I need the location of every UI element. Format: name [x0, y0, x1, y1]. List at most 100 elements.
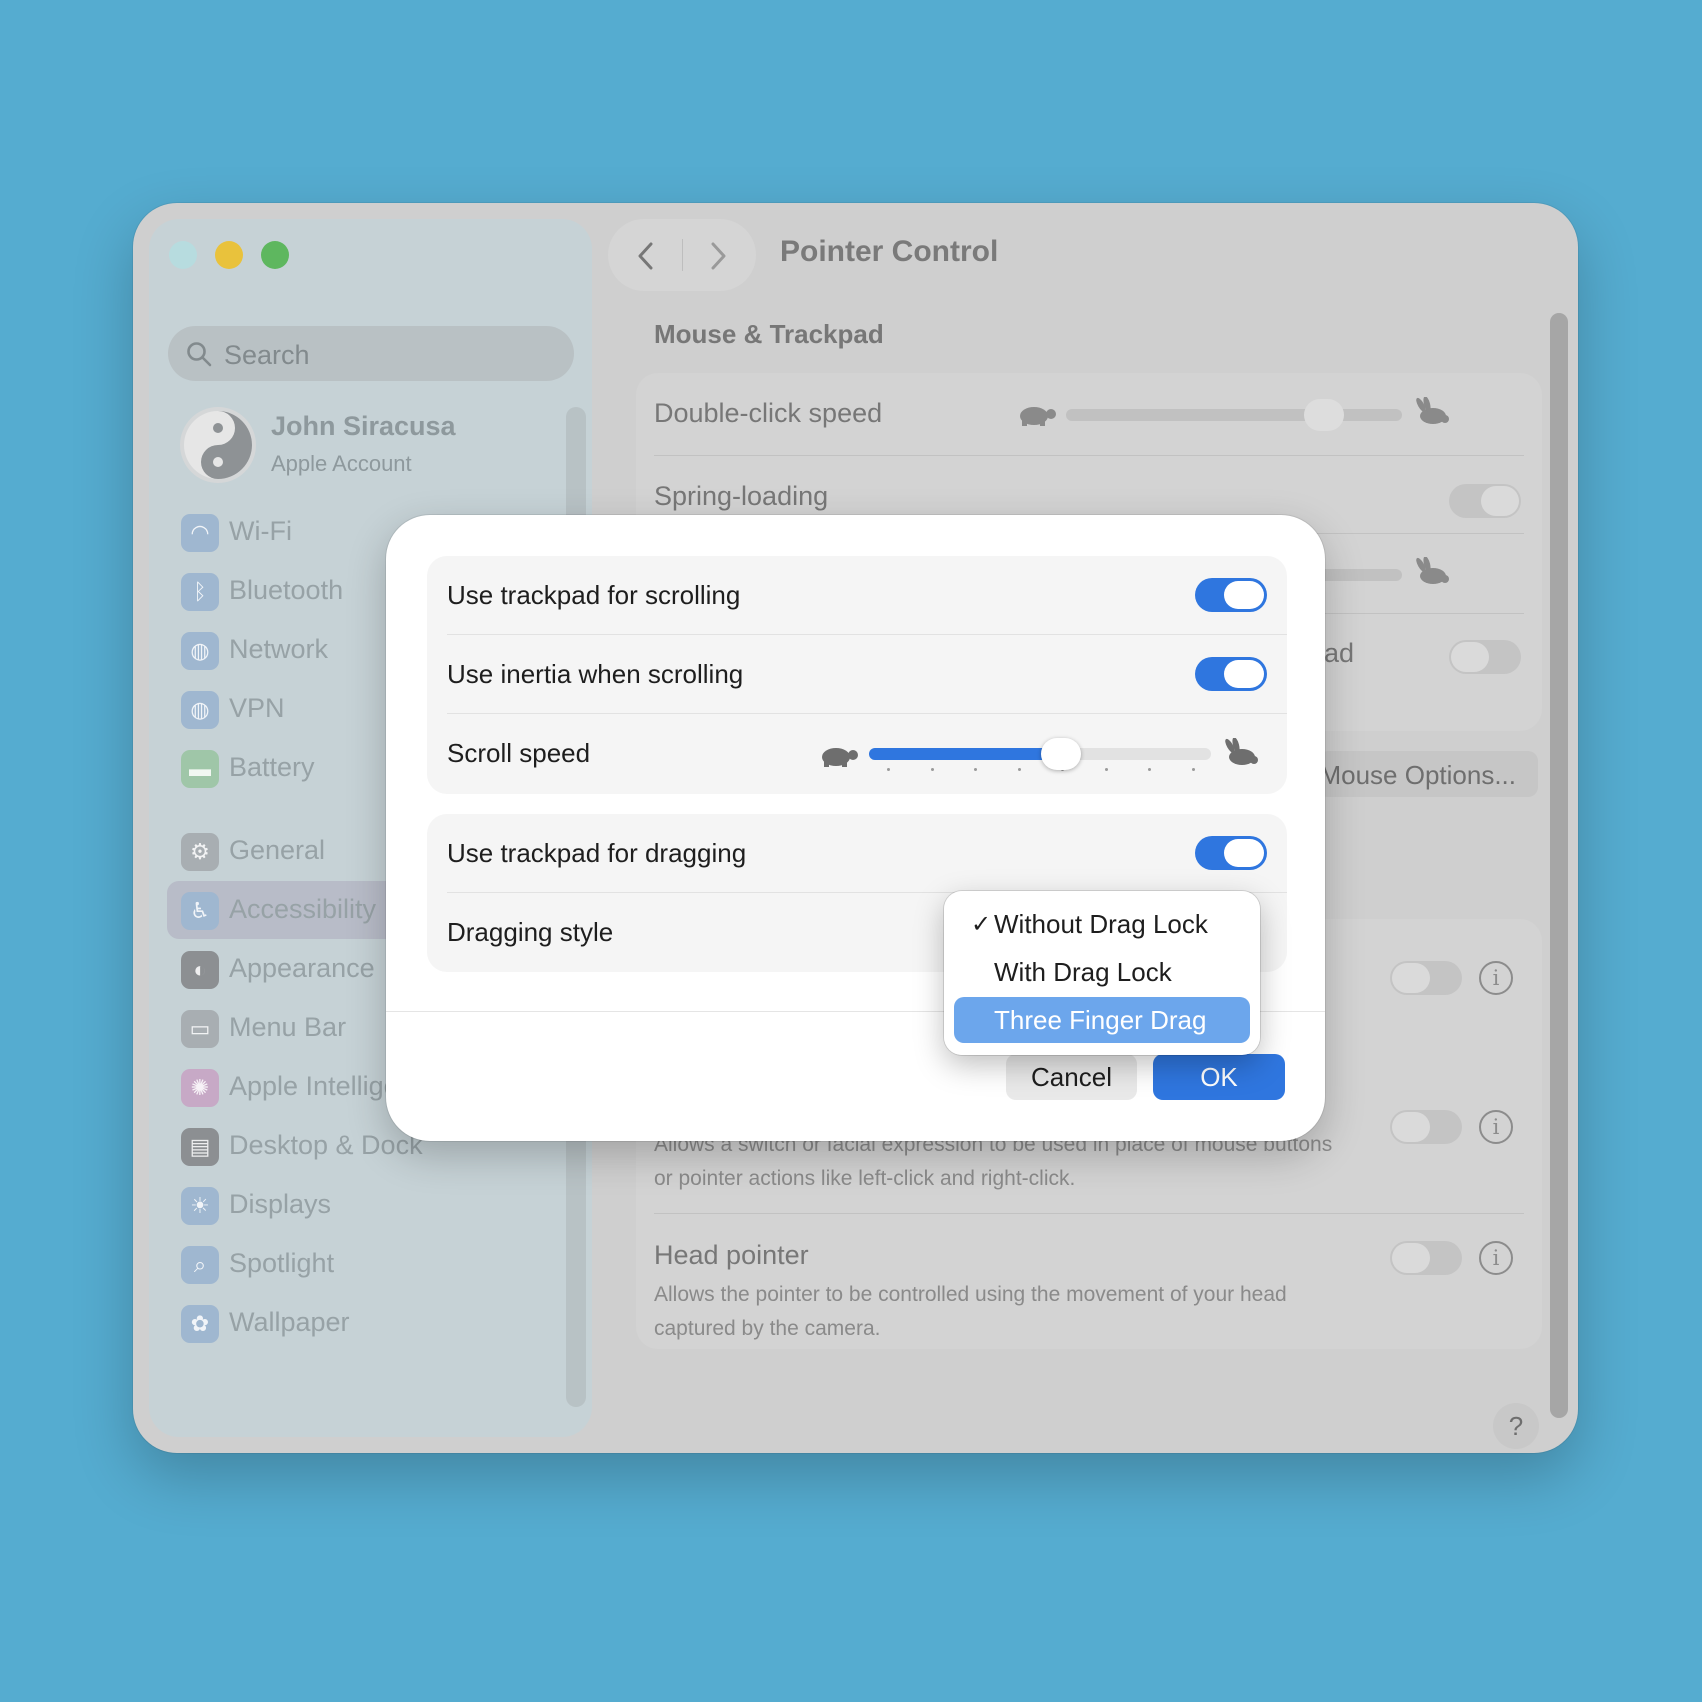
slider-tick	[887, 768, 890, 771]
alternate-pointer-toggle[interactable]	[1390, 1110, 1462, 1144]
double-click-speed-track[interactable]	[1066, 409, 1402, 421]
rabbit-icon	[1225, 738, 1258, 765]
cancel-button[interactable]: Cancel	[1006, 1054, 1137, 1100]
globe-icon: ◍	[181, 632, 219, 670]
spring-loading-toggle[interactable]	[1449, 484, 1521, 518]
nav-divider	[682, 239, 683, 271]
sidebar-item-label: Wallpaper	[229, 1307, 350, 1337]
menu-item-three-finger-drag[interactable]: Three Finger Drag	[954, 997, 1250, 1043]
turtle-icon	[1020, 407, 1056, 426]
siri-icon: ✺	[181, 1069, 219, 1107]
partial-row-toggle[interactable]	[1449, 640, 1521, 674]
sidebar-item-label: Accessibility	[229, 894, 377, 924]
account-name[interactable]: John Siracusa	[271, 411, 456, 442]
sidebar-item-wallpaper[interactable]: ✿ Wallpaper	[167, 1294, 573, 1352]
sidebar-item-label: Displays	[229, 1189, 332, 1219]
sidebar-item-label: General	[229, 835, 326, 865]
row-separator	[447, 634, 1287, 635]
search-placeholder: Search	[224, 340, 310, 370]
inertia-toggle[interactable]	[1195, 657, 1267, 691]
sidebar-item-spotlight[interactable]: ⌕ Spotlight	[167, 1235, 573, 1293]
double-click-speed-label: Double-click speed	[654, 398, 883, 428]
checkmark-icon: ✓	[971, 911, 992, 938]
forward-chevron-icon[interactable]	[706, 241, 730, 271]
sidebar-item-label: Network	[229, 634, 329, 664]
menu-item-label: Three Finger Drag	[994, 1005, 1207, 1035]
sidebar-item-label: Desktop & Dock	[229, 1130, 423, 1160]
battery-icon: ▬	[181, 750, 219, 788]
menu-item-label: With Drag Lock	[994, 957, 1172, 987]
minimize-window-button[interactable]	[215, 241, 243, 269]
vpn-globe-icon: ◍	[181, 691, 219, 729]
slider-tick	[974, 768, 977, 771]
zoom-window-button[interactable]	[261, 241, 289, 269]
drag-toggle-label: Use trackpad for dragging	[447, 838, 747, 868]
gear-icon: ⚙	[181, 833, 219, 871]
search-icon	[187, 342, 212, 367]
sidebar-item-label: VPN	[229, 693, 285, 723]
sidebar-item-label: Appearance	[229, 953, 375, 983]
sidebar-item-label: Spotlight	[229, 1248, 335, 1278]
sidebar-item-displays[interactable]: ☀ Displays	[167, 1176, 573, 1234]
menu-item-label: Without Drag Lock	[994, 909, 1208, 939]
close-window-button[interactable]	[169, 241, 197, 269]
head-pointer-label: Head pointer	[654, 1240, 809, 1270]
wifi-icon: ◠	[181, 514, 219, 552]
page-title: Pointer Control	[780, 235, 999, 268]
yin-yang-icon	[184, 411, 252, 479]
sidebar-item-label: Bluetooth	[229, 575, 344, 605]
account-subtitle: Apple Account	[271, 451, 412, 476]
sun-icon: ☀	[181, 1187, 219, 1225]
row-separator	[654, 455, 1524, 456]
scroll-toggle[interactable]	[1195, 578, 1267, 612]
menu-item-with-drag-lock[interactable]: With Drag Lock	[954, 949, 1250, 995]
head-pointer-toggle[interactable]	[1390, 1241, 1462, 1275]
scrolling-options-card: Use trackpad for scrolling Use inertia w…	[427, 556, 1287, 794]
avatar[interactable]	[180, 407, 256, 483]
sidebar-item-label: Menu Bar	[229, 1012, 347, 1042]
double-click-speed-knob[interactable]	[1304, 399, 1344, 431]
slider-tick	[1104, 768, 1108, 771]
mouse-options-button[interactable]: Mouse Options...	[1318, 751, 1538, 797]
option-toggle[interactable]	[1390, 961, 1462, 995]
partial-row-label: ad	[1324, 638, 1355, 668]
slider-tick	[1191, 768, 1195, 771]
spring-loading-label: Spring-loading	[654, 481, 829, 511]
navigation-controls	[608, 219, 756, 291]
sidebar-item-label: Battery	[229, 752, 315, 782]
ok-button[interactable]: OK	[1153, 1054, 1285, 1100]
info-icon[interactable]: i	[1479, 1241, 1513, 1275]
rabbit-icon	[1416, 397, 1449, 424]
spotlight-icon: ⌕	[181, 1246, 219, 1284]
info-icon[interactable]: i	[1479, 1110, 1513, 1144]
section-title: Mouse & Trackpad	[654, 319, 884, 349]
menubar-icon: ▭	[181, 1010, 219, 1048]
accessibility-icon: ♿	[181, 892, 219, 930]
info-icon[interactable]: i	[1479, 961, 1513, 995]
rabbit-icon	[1416, 557, 1449, 584]
scroll-speed-knob[interactable]	[1040, 738, 1081, 770]
mouse-options-label: Mouse Options...	[1319, 760, 1516, 790]
head-pointer-description: Allows the pointer to be controlled usin…	[654, 1283, 1287, 1340]
dragging-style-menu: ✓ Without Drag Lock With Drag Lock Three Fi…	[944, 891, 1260, 1055]
drag-toggle[interactable]	[1195, 836, 1267, 870]
row-separator	[654, 1213, 1524, 1214]
bluetooth-icon: ᛒ	[181, 573, 219, 611]
appearance-icon: ◐	[181, 951, 219, 989]
search-input[interactable]: Search	[168, 326, 574, 381]
scroll-speed-fill	[869, 748, 1061, 760]
main-scrollbar[interactable]	[1550, 313, 1568, 1418]
back-chevron-icon[interactable]	[634, 241, 658, 271]
inertia-toggle-label: Use inertia when scrolling	[447, 659, 744, 689]
scroll-speed-label: Scroll speed	[447, 738, 591, 768]
slider-tick	[1148, 768, 1151, 771]
scroll-toggle-label: Use trackpad for scrolling	[447, 580, 741, 610]
sidebar-item-label: Wi-Fi	[229, 516, 292, 546]
slider-tick	[1017, 768, 1021, 771]
help-button[interactable]: ?	[1493, 1403, 1539, 1449]
row-separator	[447, 713, 1287, 714]
menu-item-without-drag-lock[interactable]: ✓ Without Drag Lock	[954, 901, 1250, 947]
dock-icon: ▤	[181, 1128, 219, 1166]
slider-tick	[930, 768, 934, 771]
flower-icon: ✿	[181, 1305, 219, 1343]
